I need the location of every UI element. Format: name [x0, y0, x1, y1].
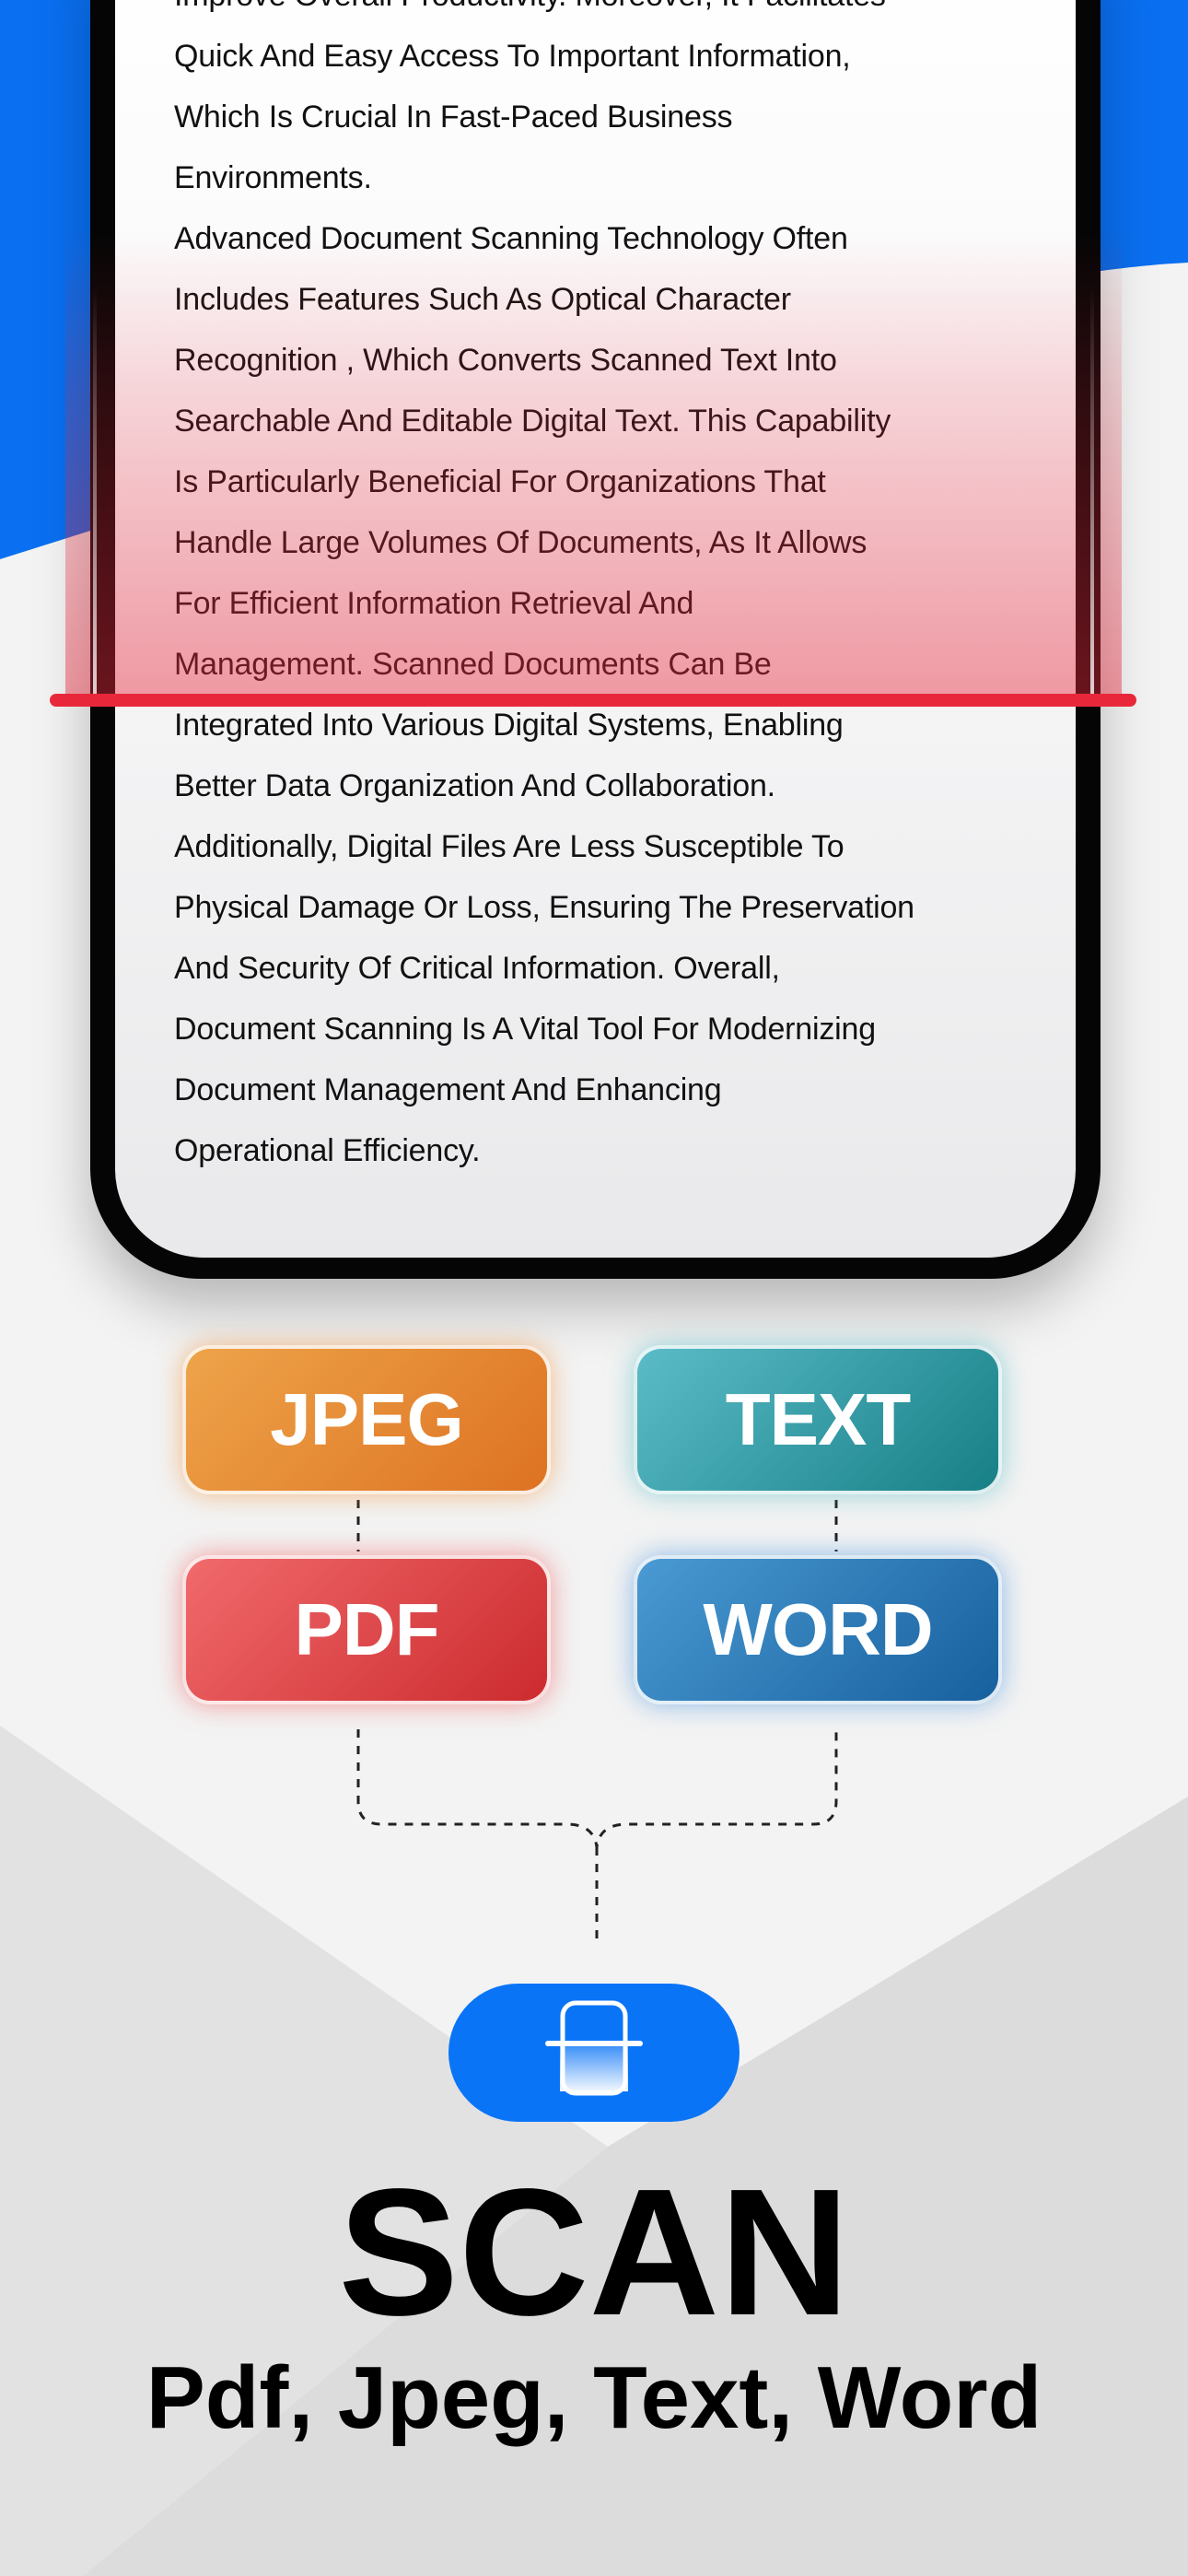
document-line: Additionally, Digital Files Are Less Sus… — [174, 829, 844, 864]
document-line: Improve Overall Productivity. Moreover, … — [174, 0, 914, 26]
scan-icon — [545, 2000, 643, 2096]
document-line: Document Management And Enhancing — [174, 1072, 722, 1107]
format-word-button[interactable]: WORD — [634, 1555, 1002, 1704]
document-line: Handle Large Volumes Of Documents, As It… — [174, 525, 868, 560]
document-line: Better Data Organization And Collaborati… — [174, 768, 775, 803]
page-title: SCAN — [338, 2151, 850, 2353]
document-line: Which Is Crucial In Fast-Paced Business — [174, 100, 733, 135]
document-line: Is Particularly Beneficial For Organizat… — [174, 464, 826, 499]
document-line: Recognition , Which Converts Scanned Tex… — [174, 343, 837, 378]
document-line: Includes Features Such As Optical Charac… — [174, 282, 791, 317]
document-text: Improve Overall Productivity. Moreover, … — [174, 0, 914, 1181]
document-line: For Efficient Information Retrieval And — [174, 586, 694, 621]
page-subtitle: Pdf, Jpeg, Text, Word — [146, 2348, 1042, 2447]
format-pdf-button[interactable]: PDF — [182, 1555, 551, 1704]
format-text-button[interactable]: TEXT — [634, 1345, 1002, 1494]
document-line: Document Scanning Is A Vital Tool For Mo… — [174, 1012, 876, 1047]
phone-screen: Improve Overall Productivity. Moreover, … — [115, 0, 1076, 1258]
scan-button[interactable] — [448, 1984, 740, 2122]
document-line: Management. Scanned Documents Can Be — [174, 647, 772, 682]
document-line: Searchable And Editable Digital Text. Th… — [174, 404, 891, 439]
scan-line — [50, 694, 1136, 707]
phone-mockup: Improve Overall Productivity. Moreover, … — [90, 0, 1101, 1279]
document-line: Quick And Easy Access To Important Infor… — [174, 39, 851, 74]
format-jpeg-button[interactable]: JPEG — [182, 1345, 551, 1494]
document-line: Operational Efficiency. — [174, 1133, 481, 1168]
document-line: And Security Of Critical Information. Ov… — [174, 951, 780, 986]
document-line: Physical Damage Or Loss, Ensuring The Pr… — [174, 890, 914, 925]
document-line: Environments. — [174, 160, 372, 195]
document-line: Advanced Document Scanning Technology Of… — [174, 221, 848, 256]
